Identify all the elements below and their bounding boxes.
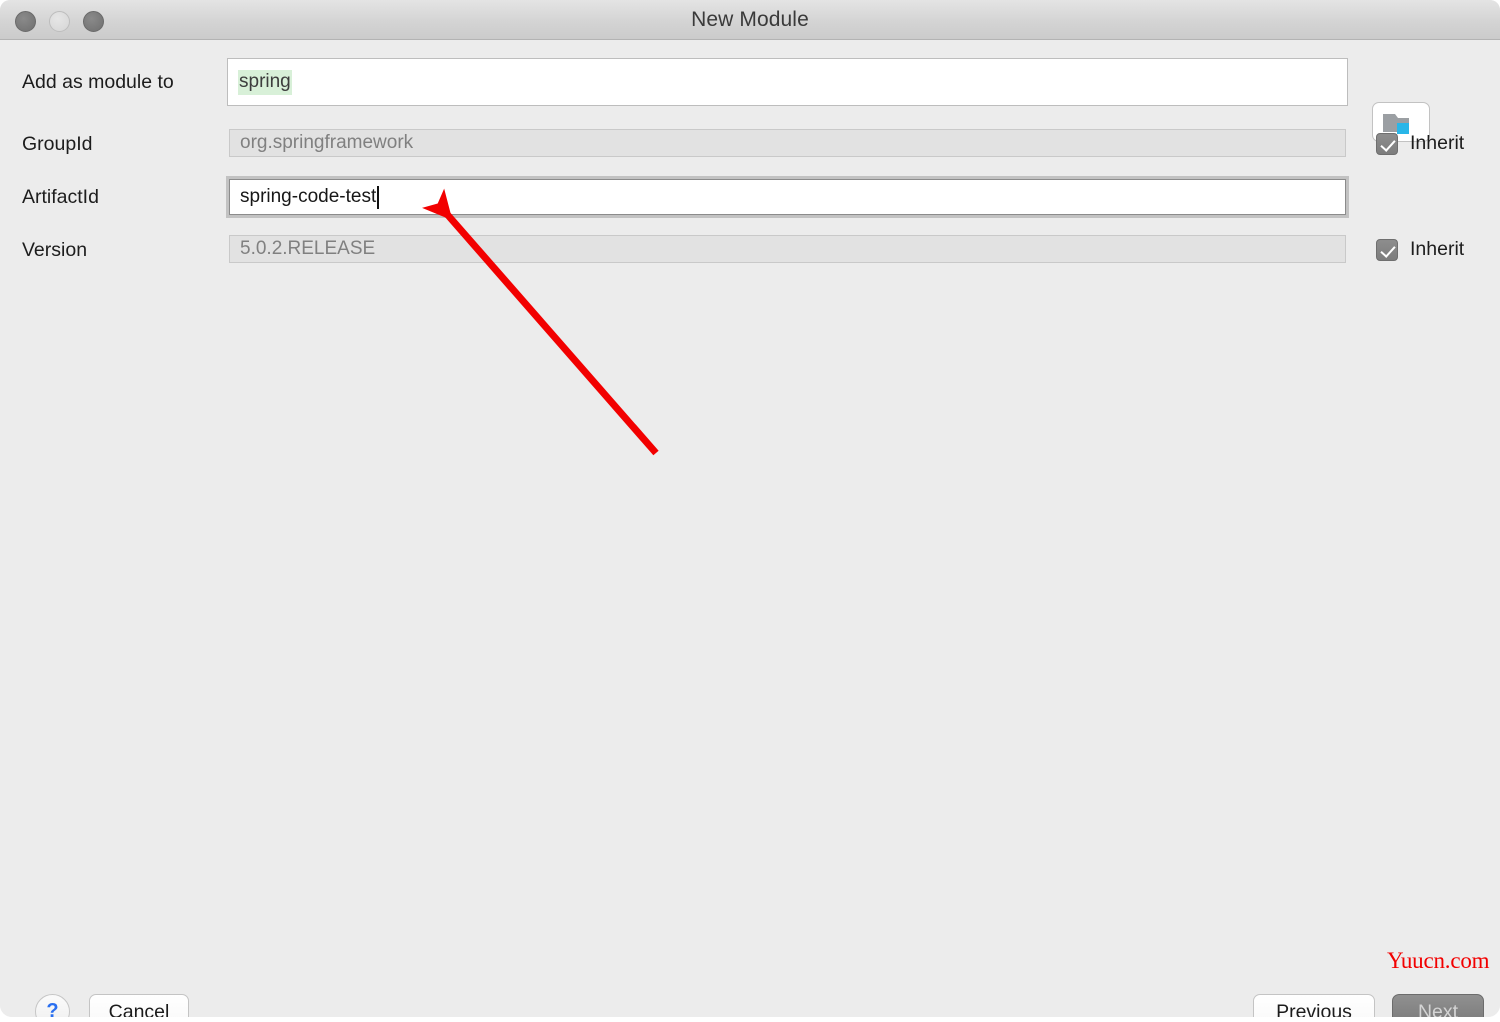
window-title: New Module (691, 8, 809, 31)
module-parent-input[interactable]: spring (227, 58, 1348, 106)
groupid-inherit-checkbox[interactable] (1376, 132, 1398, 155)
label-add-as-module-to: Add as module to (22, 71, 174, 93)
groupid-inherit-label: Inherit (1410, 132, 1465, 154)
version-value: 5.0.2.RELEASE (240, 238, 376, 259)
groupid-input: org.springframework (229, 129, 1346, 157)
artifactid-input[interactable]: spring-code-test (229, 179, 1346, 215)
module-parent-value: spring (238, 69, 292, 95)
new-module-dialog-window: New Module Add as module to spring Group… (0, 0, 1500, 1017)
label-version: Version (22, 239, 88, 261)
dialog-content: Add as module to spring GroupId org.spri… (0, 40, 1500, 1017)
help-button[interactable]: ? (35, 994, 70, 1017)
cancel-button[interactable]: Cancel (89, 994, 189, 1017)
text-caret (377, 185, 379, 209)
next-button[interactable]: Next (1392, 994, 1484, 1017)
version-inherit-label: Inherit (1410, 238, 1465, 260)
groupid-value: org.springframework (240, 132, 414, 153)
label-artifactid: ArtifactId (22, 186, 99, 208)
previous-button[interactable]: Previous (1253, 994, 1375, 1017)
version-input: 5.0.2.RELEASE (229, 235, 1346, 263)
titlebar: New Module (0, 0, 1500, 40)
version-inherit-group[interactable]: Inherit (1376, 238, 1464, 261)
groupid-inherit-group[interactable]: Inherit (1376, 132, 1464, 155)
version-inherit-checkbox[interactable] (1376, 238, 1398, 261)
label-groupid: GroupId (22, 133, 93, 155)
artifactid-value: spring-code-test (240, 186, 377, 207)
